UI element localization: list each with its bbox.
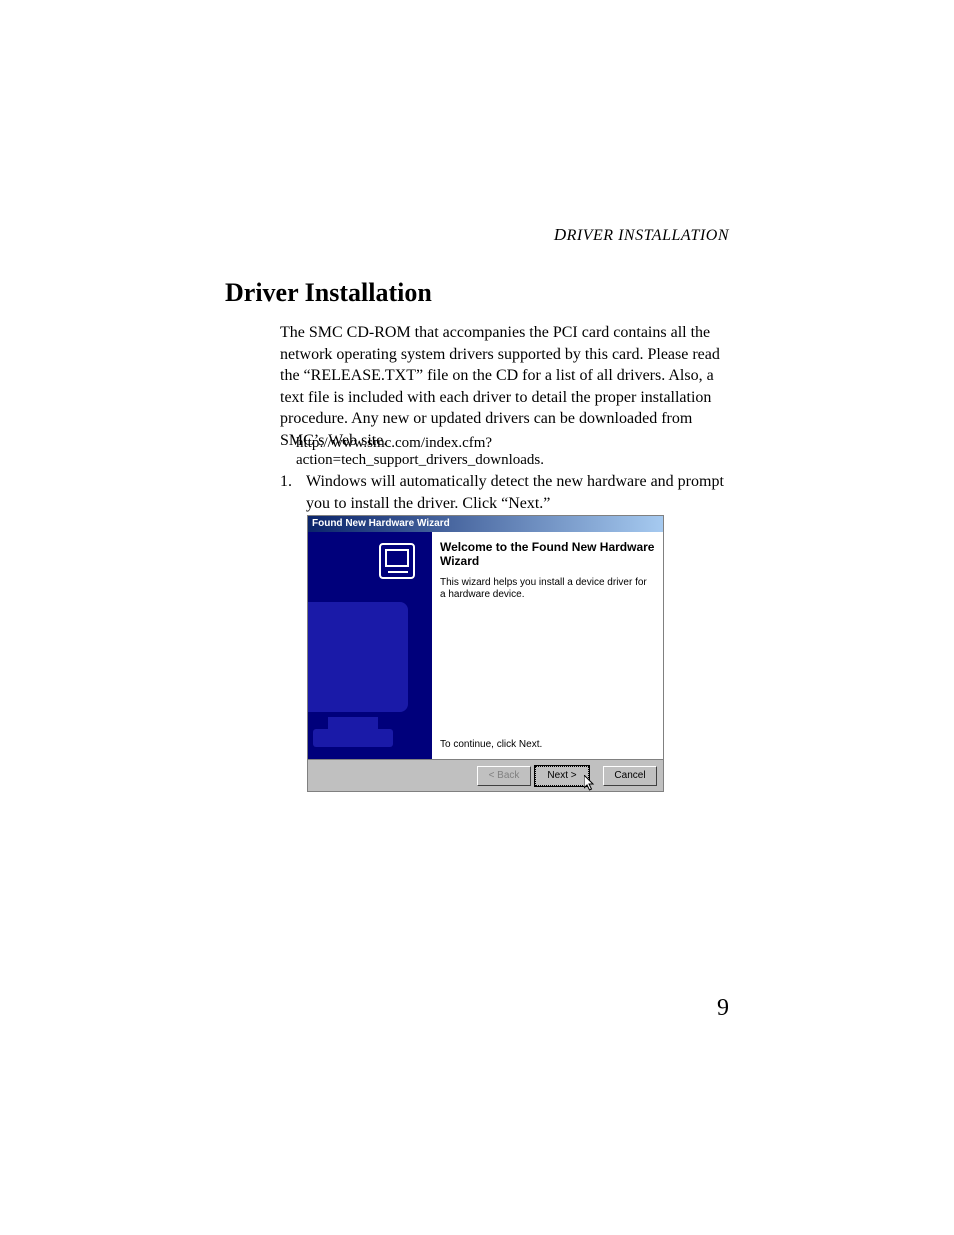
- step-1: 1. Windows will automatically detect the…: [280, 471, 730, 514]
- document-page: DRIVER INSTALLATION Driver Installation …: [0, 0, 954, 1235]
- wizard-continue-hint: To continue, click Next.: [440, 739, 542, 750]
- wizard-dialog: Found New Hardware Wizard: [307, 515, 664, 792]
- wizard-sidebar-graphic: [308, 532, 432, 760]
- wizard-body: Welcome to the Found New Hardware Wizard…: [308, 532, 663, 760]
- wizard-button-row: < Back Next > Cancel: [308, 759, 663, 791]
- running-header: DRIVER INSTALLATION: [554, 225, 729, 245]
- wizard-titlebar: Found New Hardware Wizard: [308, 516, 663, 532]
- section-title: Driver Installation: [225, 278, 432, 308]
- download-url: http://www.smc.com/index.cfm?action=tech…: [296, 435, 736, 469]
- running-header-text: RIVER INSTALLATION: [567, 227, 729, 244]
- page-number: 9: [717, 995, 729, 1022]
- running-header-d: D: [554, 225, 567, 244]
- wizard-welcome-heading: Welcome to the Found New Hardware Wizard: [440, 540, 655, 569]
- step-1-number: 1.: [280, 471, 292, 493]
- wizard-description: This wizard helps you install a device d…: [440, 577, 655, 602]
- cancel-button[interactable]: Cancel: [603, 766, 657, 786]
- hardware-icon: [308, 532, 432, 760]
- next-button[interactable]: Next >: [535, 766, 589, 786]
- intro-paragraph: The SMC CD-ROM that accompanies the PCI …: [280, 322, 725, 452]
- back-button[interactable]: < Back: [477, 766, 531, 786]
- wizard-content: Welcome to the Found New Hardware Wizard…: [440, 540, 655, 752]
- step-1-text: Windows will automatically detect the ne…: [280, 471, 730, 514]
